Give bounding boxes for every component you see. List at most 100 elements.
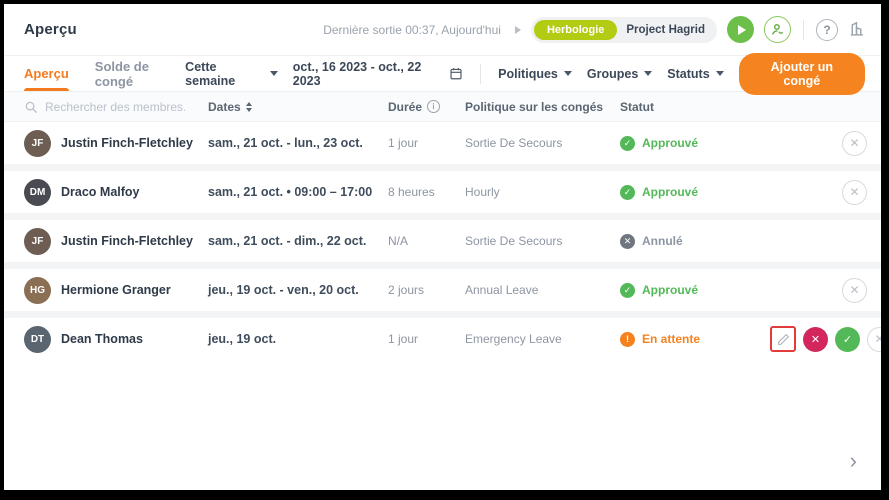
- building-icon: [850, 21, 863, 36]
- row-actions: ✕: [770, 277, 867, 303]
- cell-duration: N/A: [388, 234, 409, 248]
- cell-dates: jeu., 19 oct. - ven., 20 oct.: [208, 283, 359, 297]
- cell-dates: jeu., 19 oct.: [208, 332, 277, 346]
- status-icon: !: [620, 331, 635, 347]
- assign-user-button[interactable]: [764, 16, 791, 43]
- filter-statuts[interactable]: Statuts: [667, 66, 724, 81]
- header-right: Dernière sortie 00:37, Aujourd'hui Herbo…: [323, 16, 865, 43]
- organization-button[interactable]: [848, 20, 865, 40]
- table-row: DM Draco Malfoy sam., 21 oct. • 09:00 – …: [4, 171, 881, 213]
- member-cell: DT Dean Thomas: [24, 325, 208, 353]
- column-header-policy: Politique sur les congés: [465, 100, 620, 114]
- week-selector-dropdown[interactable]: Cette semaine: [185, 60, 278, 88]
- chevron-down-icon: [563, 71, 572, 76]
- column-label: Durée: [388, 99, 423, 114]
- table-body: JF Justin Finch-Fletchley sam., 21 oct. …: [4, 122, 881, 360]
- start-timer-button[interactable]: [727, 16, 754, 43]
- filter-label: Statuts: [667, 66, 710, 81]
- search-input[interactable]: [45, 99, 185, 114]
- date-range-label: oct., 16 2023 - oct., 22 2023: [292, 59, 422, 88]
- dismiss-button[interactable]: ✕: [867, 326, 881, 352]
- table-header: Dates Durée i Politique sur les congés S…: [4, 92, 881, 122]
- status-label: Approuvé: [642, 283, 699, 297]
- dismiss-button[interactable]: ✕: [842, 277, 867, 303]
- cell-policy: Sortie De Secours: [465, 136, 563, 150]
- cell-policy: Sortie De Secours: [465, 234, 563, 248]
- chevron-down-icon: [715, 71, 724, 76]
- status-label: Approuvé: [642, 136, 699, 150]
- collapse-arrow-icon[interactable]: [514, 25, 521, 34]
- cell-dates: sam., 21 oct. - lun., 23 oct.: [208, 136, 363, 150]
- column-header-status: Statut: [620, 100, 770, 114]
- status-badge: ✓ Approuvé: [620, 184, 770, 200]
- info-icon[interactable]: i: [427, 100, 441, 113]
- tag-herbologie[interactable]: Herbologie: [533, 19, 618, 40]
- filter-label: Politiques: [498, 66, 558, 81]
- cell-duration: 2 jours: [388, 283, 425, 297]
- pencil-icon: [777, 333, 789, 345]
- next-page-chevron[interactable]: ›: [850, 450, 857, 472]
- column-label: Politique sur les congés: [465, 99, 604, 114]
- approve-button[interactable]: ✓: [835, 326, 860, 352]
- table-row: JF Justin Finch-Fletchley sam., 21 oct. …: [4, 220, 881, 262]
- member-name: Justin Finch-Fletchley: [61, 136, 193, 150]
- reject-button[interactable]: ✕: [803, 326, 828, 352]
- cell-dates: sam., 21 oct. • 09:00 – 17:00: [208, 185, 373, 199]
- status-badge: ✓ Approuvé: [620, 135, 770, 151]
- cell-policy: Annual Leave: [465, 283, 539, 297]
- help-button[interactable]: ?: [816, 18, 838, 41]
- status-badge: ✓ Approuvé: [620, 282, 770, 298]
- row-actions: ✕: [770, 179, 867, 205]
- filter-politiques[interactable]: Politiques: [498, 67, 572, 81]
- row-actions: ✕ ✓ ✕: [770, 326, 881, 352]
- status-icon: ✓: [620, 135, 635, 151]
- date-range-picker[interactable]: oct., 16 2023 - oct., 22 2023: [293, 60, 463, 88]
- toolbar: Aperçu Solde de congé Cette semaine oct.…: [4, 52, 881, 95]
- sort-icon[interactable]: [245, 101, 252, 112]
- divider: [480, 63, 482, 84]
- dismiss-button[interactable]: ✕: [842, 179, 867, 205]
- edit-button[interactable]: [770, 326, 796, 352]
- status-icon: ✕: [620, 233, 635, 249]
- column-header-dates: Dates: [208, 100, 388, 114]
- tab-apercu[interactable]: Aperçu: [24, 56, 69, 91]
- cell-dates: sam., 21 oct. - dim., 22 oct.: [208, 234, 367, 248]
- calendar-icon: [450, 67, 462, 80]
- status-label: Annulé: [642, 234, 683, 248]
- table-row: DT Dean Thomas jeu., 19 oct. 1 jour Emer…: [4, 318, 881, 360]
- status-badge: ! En attente: [620, 331, 770, 347]
- member-cell: JF Justin Finch-Fletchley: [24, 129, 208, 157]
- member-name: Draco Malfoy: [61, 185, 140, 199]
- filter-groupes[interactable]: Groupes: [586, 66, 653, 81]
- status-badge: ✕ Annulé: [620, 233, 770, 249]
- tab-label: Solde de congé: [94, 58, 149, 89]
- member-cell: HG Hermione Granger: [24, 276, 208, 304]
- member-name: Dean Thomas: [61, 332, 143, 346]
- status-icon: ✓: [620, 282, 635, 298]
- divider: [803, 19, 804, 40]
- avatar: DM: [24, 178, 51, 206]
- cell-policy: Hourly: [465, 185, 500, 199]
- add-leave-button[interactable]: Ajouter un congé: [738, 52, 865, 95]
- filter-label: Groupes: [586, 66, 639, 81]
- column-label: Dates: [208, 99, 241, 114]
- tag-project[interactable]: Project Hagrid: [626, 24, 705, 36]
- chevron-down-icon: [644, 71, 653, 76]
- project-badge-group[interactable]: Herbologie Project Hagrid: [530, 16, 717, 43]
- user-icon: [772, 24, 783, 35]
- status-label: Approuvé: [642, 185, 699, 199]
- member-name: Justin Finch-Fletchley: [61, 234, 193, 248]
- status-label: En attente: [642, 332, 701, 346]
- avatar: JF: [24, 129, 51, 157]
- cell-policy: Emergency Leave: [465, 332, 562, 346]
- week-selector-label: Cette semaine: [185, 59, 236, 88]
- search-wrap: [24, 99, 208, 114]
- table-row: HG Hermione Granger jeu., 19 oct. - ven.…: [4, 269, 881, 311]
- search-icon: [25, 101, 37, 113]
- dismiss-button[interactable]: ✕: [842, 130, 867, 156]
- tab-solde-de-conge[interactable]: Solde de congé: [95, 56, 185, 91]
- cell-duration: 1 jour: [388, 332, 419, 346]
- column-label: Statut: [620, 99, 654, 114]
- tabs: Aperçu Solde de congé: [24, 56, 185, 91]
- page-title: Aperçu: [24, 21, 77, 38]
